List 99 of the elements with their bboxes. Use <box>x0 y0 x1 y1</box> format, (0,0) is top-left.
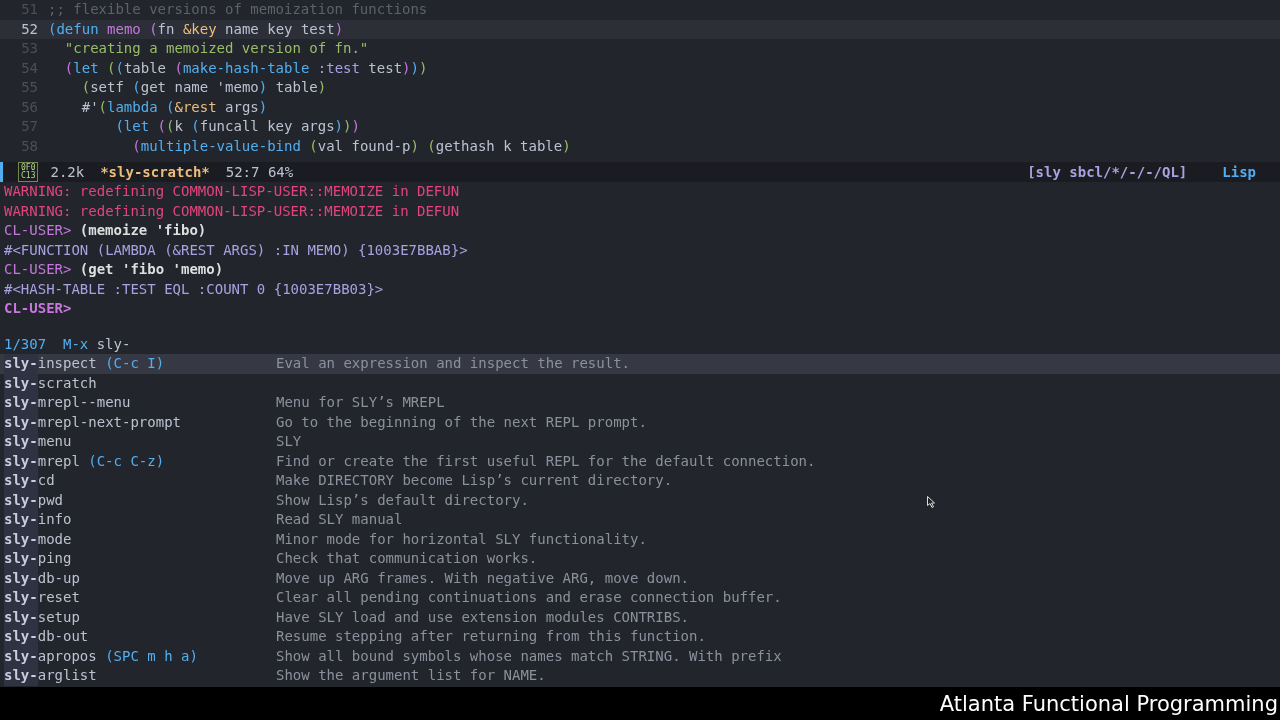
command-description: Clear all pending continuations and erase connection buffer. <box>276 588 782 607</box>
key-binding: (SPC m h a) <box>105 646 198 666</box>
match-prefix: sly- <box>4 490 38 510</box>
command-description: SLY <box>276 432 302 451</box>
command-description: Make DIRECTORY become Lisp’s current directory. <box>276 471 673 490</box>
code-text: ;; flexible versions of memoization functions <box>48 0 428 19</box>
caption: Atlanta Functional Programming <box>939 691 1278 716</box>
command-name: inspect <box>37 354 97 373</box>
code-text: (let ((table (make-hash-table :test test))) <box>63 58 428 78</box>
cursor-position: 52:7 64% <box>225 164 294 180</box>
code-text: #'(lambda (&rest args) <box>80 97 268 117</box>
key-binding: (C-c C-z) <box>88 451 165 471</box>
command-candidate[interactable]: sly-mrepl--menu Menu for SLY’s MREPL <box>0 393 1280 413</box>
command-name: info <box>37 510 72 529</box>
match-prefix: sly- <box>4 568 38 588</box>
command-candidate[interactable]: sly-db-out Resume stepping after returning from this function. <box>0 627 1280 647</box>
command-description: Minor mode for horizontal SLY functionality. <box>276 529 647 549</box>
pointer-icon <box>927 496 935 508</box>
candidate-count: 1/307 <box>4 335 47 352</box>
code-text: (defun memo (fn &key name key test) <box>48 19 344 39</box>
match-prefix: sly- <box>4 588 38 608</box>
command-name: mrepl--menu <box>37 393 131 412</box>
command-name: cd <box>37 471 55 490</box>
match-prefix: sly- <box>4 646 38 666</box>
command-description: Find or create the first useful REPL for the default connection. <box>276 451 816 471</box>
match-prefix: sly- <box>4 412 38 432</box>
major-mode: Lisp <box>1222 164 1256 180</box>
command-description: Go to the beginning of the next REPL prompt. <box>276 412 647 432</box>
line-number: 52 <box>20 19 38 39</box>
match-prefix: sly- <box>4 529 38 549</box>
command-candidate[interactable]: sly-mode Minor mode for horizontal SLY functionality. <box>0 529 1280 549</box>
repl-output: #<HASH-TABLE :TEST EQL :COUNT 0 {1003E7BB03}> <box>4 280 384 297</box>
command-name: ping <box>37 549 72 568</box>
connection-status: [sly sbcl/*/-/-/QL] <box>1027 164 1188 180</box>
command-description: Show Lisp’s default directory. <box>276 490 529 510</box>
command-description: Menu for SLY’s MREPL <box>276 393 445 412</box>
buffer-name: *sly-scratch* <box>100 164 210 180</box>
match-prefix: sly- <box>4 510 38 530</box>
glyph-icon: 0F0 C13 <box>18 162 39 182</box>
command-candidate[interactable]: sly-apropos (SPC m h a) Show all bound symbols whose names match STRING. With prefix <box>0 646 1280 666</box>
code-text: "creating a memoized version of fn." <box>63 39 369 58</box>
command-candidate[interactable]: sly-ping Check that communication works. <box>0 549 1280 569</box>
command-candidate[interactable]: sly-arglist Show the argument list for NAME. <box>0 666 1280 686</box>
command-name: pwd <box>37 490 63 510</box>
command-candidate[interactable]: sly-inspect (C-c I) Eval an expression and inspect the result. <box>0 354 1280 374</box>
code-text: (multiple-value-bind (val found-p) (gethash k table) <box>131 136 571 156</box>
command-candidate[interactable]: sly-pwd Show Lisp’s default directory. <box>0 490 1280 510</box>
match-prefix: sly- <box>4 373 38 393</box>
command-description: Resume stepping after returning from this function. <box>276 627 706 646</box>
repl-warning: WARNING: redefining COMMON-LISP-USER::MEMOIZE in DEFUN <box>4 183 460 199</box>
command-description: Have SLY load and use extension modules CONTRIBS. <box>276 607 689 627</box>
command-candidate[interactable]: sly-setup Have SLY load and use extension modules CONTRIBS. <box>0 607 1280 627</box>
match-prefix: sly- <box>4 627 38 647</box>
repl-command: (get 'fibo 'memo) <box>79 261 224 277</box>
match-prefix: sly- <box>4 471 38 491</box>
key-binding: (C-c I) <box>105 354 165 373</box>
command-name: db-up <box>37 568 80 588</box>
match-prefix: sly- <box>4 549 38 569</box>
match-prefix: sly- <box>4 432 38 452</box>
repl-warning: WARNING: redefining COMMON-LISP-USER::MEMOIZE in DEFUN <box>4 202 460 219</box>
command-description: Show all bound symbols whose names match STRING. With prefix <box>276 646 782 666</box>
buffer-size: 2.2k <box>50 164 85 180</box>
command-name: mode <box>37 529 72 549</box>
minibuffer-input[interactable]: sly- <box>96 335 131 352</box>
command-candidate[interactable]: sly-info Read SLY manual <box>0 510 1280 530</box>
command-description: Show the argument list for NAME. <box>276 666 546 685</box>
command-description: Move up ARG frames. With negative ARG, move down. <box>276 568 689 588</box>
command-name: apropos <box>37 646 97 666</box>
command-candidate[interactable]: sly-cd Make DIRECTORY become Lisp’s current directory. <box>0 471 1280 491</box>
command-name: reset <box>37 588 80 607</box>
command-prompt: M-x <box>62 335 89 352</box>
command-name: mrepl-next-prompt <box>37 412 181 432</box>
command-candidate[interactable]: sly-db-up Move up ARG frames. With negative ARG, move down. <box>0 568 1280 588</box>
match-prefix: sly- <box>4 354 38 374</box>
command-name: arglist <box>37 666 97 685</box>
command-description: Check that communication works. <box>276 549 538 568</box>
match-prefix: sly- <box>4 607 38 627</box>
code-text: (let ((k (funcall key args))) <box>114 117 360 136</box>
repl-command: (memoize 'fibo) <box>79 222 207 238</box>
command-candidate[interactable]: sly-scratch <box>0 373 1280 393</box>
command-name: setup <box>37 607 80 627</box>
match-prefix: sly- <box>4 393 38 413</box>
code-text: (setf (get name 'memo) table) <box>80 78 327 97</box>
repl-prompt: CL-USER> <box>4 222 72 238</box>
match-prefix: sly- <box>4 666 38 686</box>
command-description: Eval an expression and inspect the result. <box>276 354 630 373</box>
command-candidate[interactable]: sly-menu SLY <box>0 432 1280 452</box>
repl-output: #<FUNCTION (LAMBDA (&REST ARGS) :IN MEMO) {1003E7BBAB}> <box>4 241 468 258</box>
repl-prompt: CL-USER> <box>4 261 72 277</box>
command-candidate[interactable]: sly-reset Clear all pending continuations and erase connection buffer. <box>0 588 1280 608</box>
command-name: scratch <box>37 373 97 393</box>
command-candidate[interactable]: sly-mrepl-next-prompt Go to the beginning of the next REPL prompt. <box>0 412 1280 432</box>
command-name: menu <box>37 432 72 451</box>
command-name: db-out <box>37 627 89 646</box>
match-prefix: sly- <box>4 451 38 471</box>
command-candidate[interactable]: sly-mrepl (C-c C-z) Find or create the first useful REPL for the default connection. <box>0 451 1280 471</box>
command-name: mrepl <box>37 451 80 471</box>
repl-prompt: CL-USER> <box>4 300 72 316</box>
command-description: Read SLY manual <box>276 510 403 529</box>
